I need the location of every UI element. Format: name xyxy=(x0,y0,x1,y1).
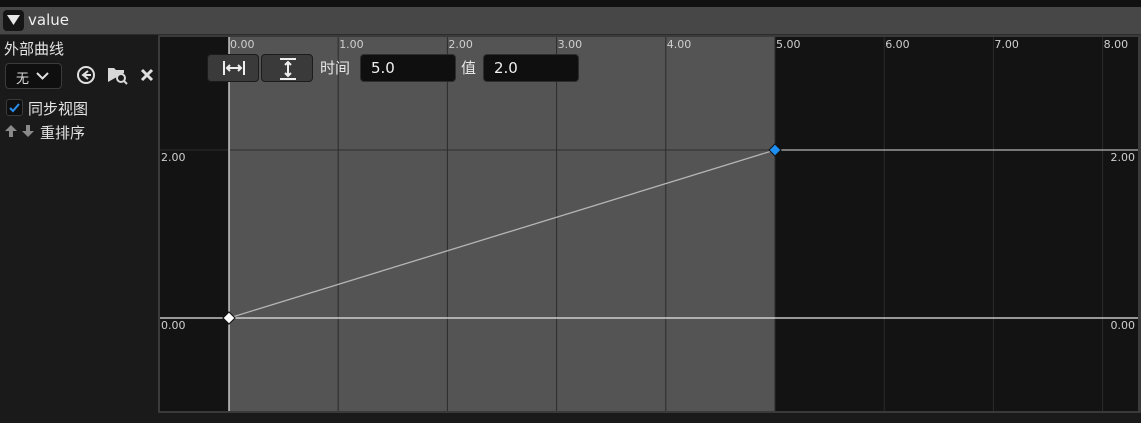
x-tick-label: 7.00 xyxy=(994,38,1019,51)
value-label: 值 xyxy=(461,59,477,77)
sync-view-label: 同步视图 xyxy=(28,100,89,118)
external-curve-select[interactable]: 无 xyxy=(5,63,62,89)
external-curve-label: 外部曲线 xyxy=(4,40,65,58)
time-input[interactable]: 5.0 xyxy=(360,54,456,82)
sync-view-checkbox[interactable] xyxy=(6,99,23,116)
chevron-down-icon xyxy=(36,72,49,80)
active-range xyxy=(229,37,775,411)
x-tick-label: 2.00 xyxy=(448,38,473,51)
collapse-button[interactable] xyxy=(3,10,24,31)
fit-vertical-button[interactable] xyxy=(261,54,313,82)
x-tick-label: 1.00 xyxy=(339,38,364,51)
window-top-strip xyxy=(0,0,1141,7)
reorder-label: 重排序 xyxy=(40,124,86,142)
value-input[interactable]: 2.0 xyxy=(483,54,579,82)
curve-graph-canvas[interactable] xyxy=(160,37,1138,411)
external-curve-select-value: 无 xyxy=(16,72,30,87)
x-tick-label: 6.00 xyxy=(885,38,910,51)
x-tick-label: 4.00 xyxy=(666,38,692,51)
close-icon[interactable] xyxy=(140,68,154,82)
arrow-down-icon[interactable] xyxy=(21,124,35,138)
curve-graph[interactable]: 时间 5.0 值 2.0 0.00 1.00 2.00 3.00 4.00 5.00 6.0… xyxy=(160,37,1138,411)
checkmark-icon xyxy=(9,103,20,113)
folder-search-icon[interactable] xyxy=(107,65,129,85)
y-tick-label-right: 0.00 xyxy=(1110,319,1136,332)
triangle-down-icon xyxy=(7,15,20,25)
time-label: 时间 xyxy=(320,59,351,77)
x-tick-label: 5.00 xyxy=(776,38,801,51)
fit-horizontal-icon xyxy=(223,61,245,75)
arrow-left-circle-icon[interactable] xyxy=(76,65,96,85)
x-tick-label: 0.00 xyxy=(230,38,255,51)
x-tick-label: 3.00 xyxy=(557,38,583,51)
curve-header: value xyxy=(0,7,1141,35)
fit-vertical-icon xyxy=(280,58,296,80)
curve-sidebar: 外部曲线 无 同步视图 重排序 xyxy=(0,35,158,423)
curve-graph-frame: 时间 5.0 值 2.0 0.00 1.00 2.00 3.00 4.00 5.00 6.0… xyxy=(158,35,1141,413)
arrow-up-icon[interactable] xyxy=(4,124,18,138)
fit-horizontal-button[interactable] xyxy=(207,54,259,82)
y-tick-label-left: 2.00 xyxy=(161,151,186,164)
y-tick-label-left: 0.00 xyxy=(161,319,186,332)
y-tick-label-right: 2.00 xyxy=(1110,151,1136,164)
curve-title: value xyxy=(28,11,69,29)
x-tick-label: 8.00 xyxy=(1103,38,1129,51)
